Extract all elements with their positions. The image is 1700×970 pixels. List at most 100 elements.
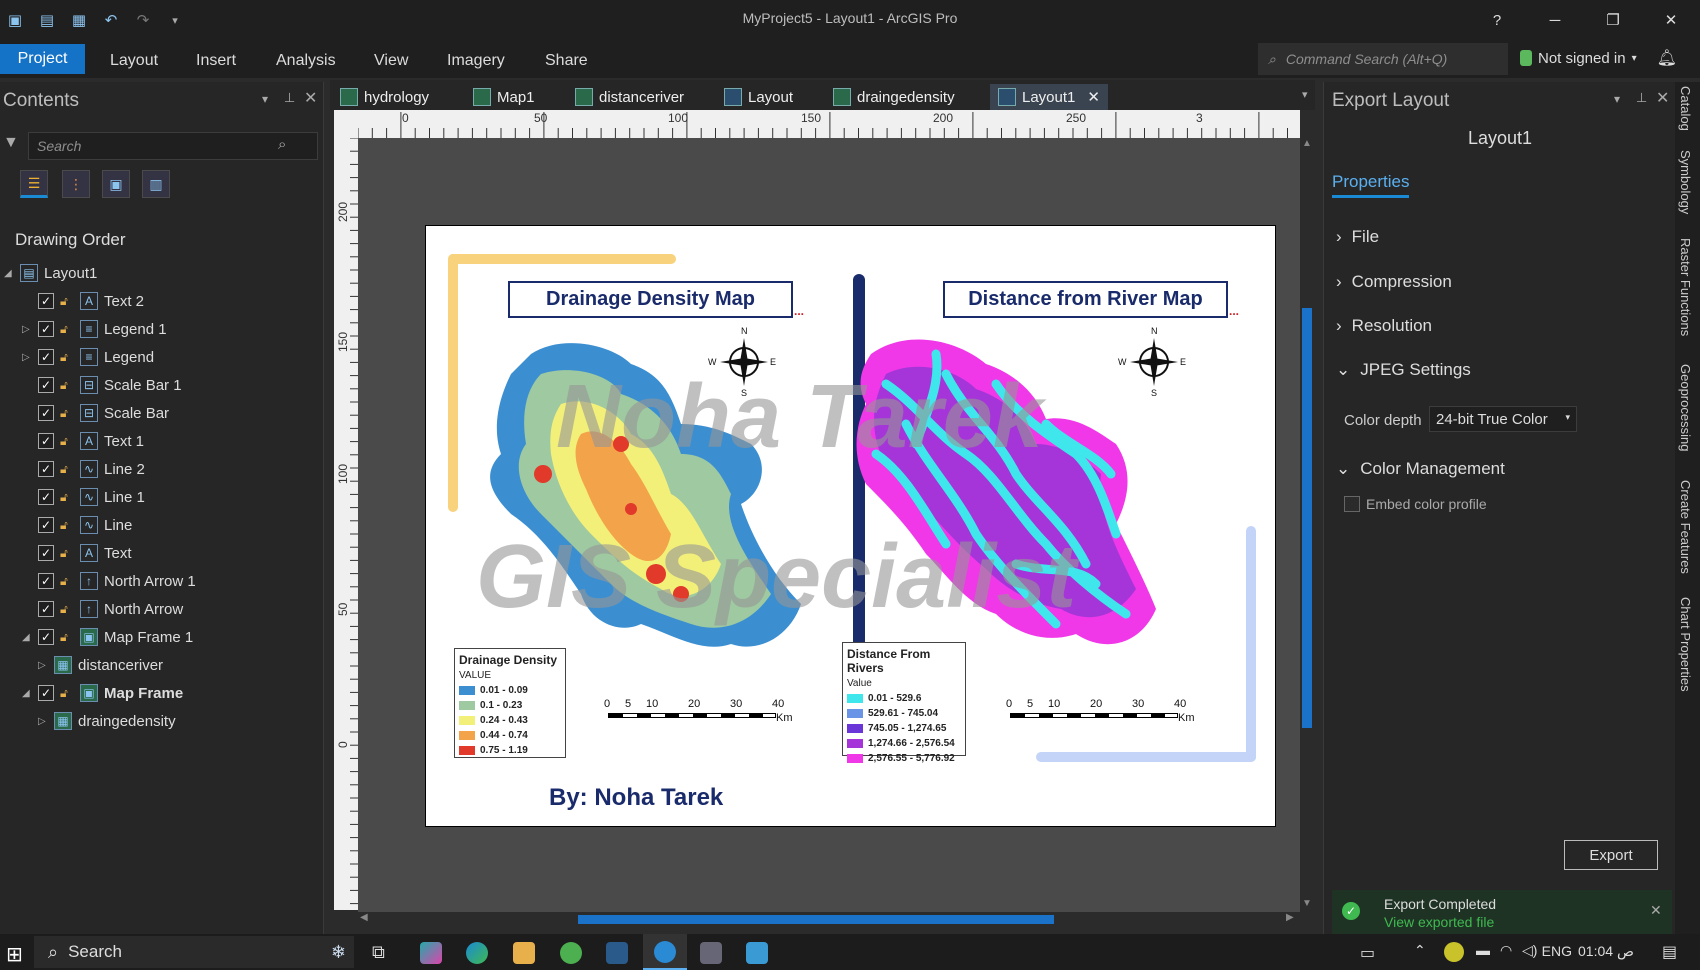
expand-icon[interactable]: ▷ [38,716,48,727]
tab-share[interactable]: Share [545,52,588,70]
section-color-management[interactable]: ⌄ Color Management [1336,459,1505,479]
scroll-up-icon[interactable]: ▲ [1302,138,1312,149]
tab-project[interactable]: Project [0,44,85,74]
battery-icon[interactable]: ▬ [1476,942,1490,958]
tree-item[interactable]: ✓ 🔓︎ ⊟ Scale Bar 1 [22,371,182,399]
tab-hydrology[interactable]: hydrology [340,84,429,110]
file-explorer-icon[interactable] [513,942,535,964]
tab-map1[interactable]: Map1 [473,84,535,110]
tab-layout1[interactable]: Layout1 ✕ [990,84,1108,110]
tab-imagery[interactable]: Imagery [447,52,505,70]
copilot-icon[interactable] [420,942,442,964]
visibility-checkbox[interactable]: ✓ [38,685,54,701]
tree-item[interactable]: ▷ ✓ 🔓︎ ≡ Legend [22,343,154,371]
visibility-checkbox[interactable]: ✓ [38,433,54,449]
help-button[interactable]: ? [1468,0,1526,40]
pane-menu-icon[interactable]: ▾ [262,92,268,106]
side-tab-chart-properties[interactable]: Chart Properties [1678,597,1693,692]
notification-bell-icon[interactable]: 🔔︎ [1657,48,1677,68]
tab-view[interactable]: View [374,52,408,70]
lock-icon[interactable]: 🔓︎ [60,574,74,588]
visibility-checkbox[interactable]: ✓ [38,461,54,477]
lock-icon[interactable]: 🔓︎ [60,630,74,644]
layout-page[interactable]: Drainage Density Map ... Distance from R… [425,225,1276,827]
visibility-checkbox[interactable]: ✓ [38,545,54,561]
lock-icon[interactable]: 🔓︎ [60,518,74,532]
visibility-checkbox[interactable]: ✓ [38,517,54,533]
vertical-scrollbar[interactable]: ▲ ▼ [1300,138,1315,916]
map-title-left[interactable]: Drainage Density Map [508,281,793,318]
photos-app-icon[interactable] [746,942,768,964]
tree-item[interactable]: ✓ 🔓︎ ↑ North Arrow [22,595,183,623]
pane-menu-icon[interactable]: ▾ [1614,92,1620,106]
scale-bar-right[interactable]: 0 5 10 20 30 40 Km [1006,696,1203,726]
decor-line-bottom[interactable] [1036,752,1256,762]
visibility-checkbox[interactable]: ✓ [38,629,54,645]
lock-icon[interactable]: 🔓︎ [60,294,74,308]
tree-item[interactable]: ◢ ✓ 🔓︎ ▣ Map Frame 1 [22,623,193,651]
decor-line-top[interactable] [448,254,676,264]
expand-icon[interactable]: ▷ [22,324,32,335]
tree-root-layout[interactable]: ◢ ▤ Layout1 [4,259,97,287]
tree-item[interactable]: ✓ 🔓︎ A Text 2 [22,287,144,315]
legend-drainage-density[interactable]: Drainage Density VALUE 0.01 - 0.09 0.1 - … [454,648,566,758]
export-button[interactable]: Export [1564,840,1658,870]
list-by-selection-icon[interactable]: ⋮ [62,170,90,198]
tray-app-icon[interactable] [1444,942,1464,962]
language-indicator[interactable]: ENG [1536,943,1572,959]
side-tab-geoprocessing[interactable]: Geoprocessing [1678,364,1693,451]
wifi-icon[interactable]: ◠ [1500,942,1512,959]
tab-distanceriver[interactable]: distanceriver [575,84,684,110]
lock-icon[interactable]: 🔓︎ [60,322,74,336]
scale-bar-left[interactable]: 0 5 10 20 30 40 Km [604,696,801,726]
tab-layout-view[interactable]: Layout [724,84,793,110]
tab-properties[interactable]: Properties [1332,172,1410,198]
close-icon[interactable]: ✕ [1642,0,1700,40]
tree-item[interactable]: ✓ 🔓︎ ∿ Line [22,511,132,539]
command-search[interactable]: ⌕ Command Search (Alt+Q) [1258,43,1508,75]
tab-insert[interactable]: Insert [196,52,236,70]
visibility-checkbox[interactable]: ✓ [38,573,54,589]
tree-item[interactable]: ✓ 🔓︎ ∿ Line 1 [22,483,145,511]
expand-icon[interactable]: ◢ [22,632,32,643]
lock-icon[interactable]: 🔓︎ [60,434,74,448]
arcgis-pro-taskbar-item[interactable] [643,934,687,970]
restore-icon[interactable]: ❐ [1584,0,1642,40]
vertical-scroll-thumb[interactable] [1302,308,1312,728]
tree-item[interactable]: ▷ ▦ distanceriver [38,651,163,679]
scroll-down-icon[interactable]: ▼ [1302,898,1312,909]
close-toast-icon[interactable]: ✕ [1650,902,1662,919]
taskbar-search[interactable]: ⌕ Search ❄ [34,936,354,968]
signin-status[interactable]: Not signed in ▾ 🔔︎ [1520,48,1677,68]
north-arrow-right[interactable]: N S E W [1118,326,1186,398]
map-title-right[interactable]: Distance from River Map [943,281,1228,318]
list-by-frame-icon[interactable]: ▥ [142,170,170,198]
close-tab-icon[interactable]: ✕ [1087,88,1100,106]
lock-icon[interactable]: 🔓︎ [60,462,74,476]
lock-icon[interactable]: 🔓︎ [60,350,74,364]
tree-item[interactable]: ▷ ✓ 🔓︎ ≡ Legend 1 [22,315,167,343]
contents-search-input[interactable]: Search [28,132,318,160]
tree-item[interactable]: ✓ 🔓︎ A Text [22,539,132,567]
tree-item[interactable]: ✓ 🔓︎ A Text 1 [22,427,144,455]
scroll-right-icon[interactable]: ▶ [1286,912,1294,923]
lock-icon[interactable]: 🔓︎ [60,490,74,504]
side-tab-catalog[interactable]: Catalog [1678,86,1693,131]
tree-item[interactable]: ◢ ✓ 🔓︎ ▣ Map Frame [22,679,183,707]
view-exported-file-link[interactable]: View exported file [1384,914,1494,930]
decor-line-left[interactable] [448,254,458,512]
list-by-drawing-order-icon[interactable]: ☰ [20,170,48,198]
clock[interactable]: 01:04 ص [1578,943,1634,960]
close-pane-icon[interactable]: ✕ [304,88,317,108]
decor-line-right[interactable] [1246,526,1256,762]
window-app-icon[interactable] [700,942,722,964]
lock-icon[interactable]: 🔓︎ [60,406,74,420]
visibility-checkbox[interactable]: ✓ [38,377,54,393]
pin-icon[interactable]: ⊥ [284,90,295,106]
filter-icon[interactable]: ▼ [3,134,19,152]
section-compression[interactable]: › Compression [1336,272,1452,292]
tree-item[interactable]: ✓ 🔓︎ ↑ North Arrow 1 [22,567,196,595]
windows-start-icon[interactable]: ⊞ [6,942,23,967]
embed-color-profile-checkbox[interactable] [1344,496,1360,512]
visibility-checkbox[interactable]: ✓ [38,321,54,337]
